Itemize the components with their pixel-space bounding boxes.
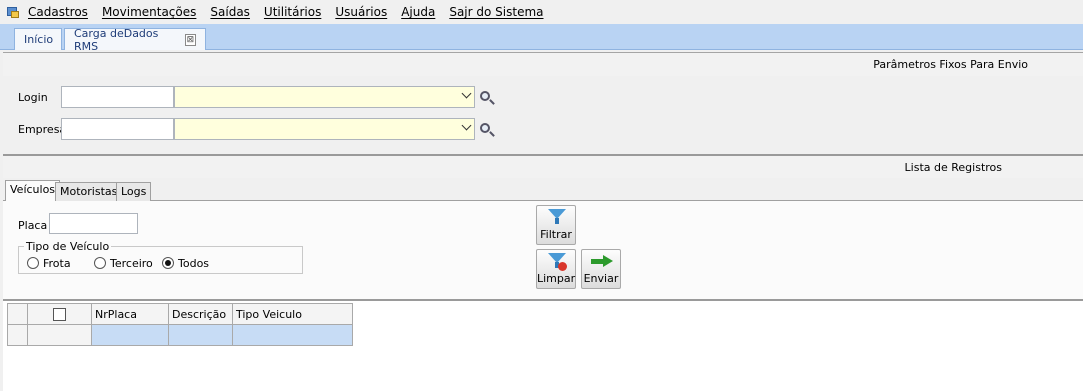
select-all-header: [27, 303, 92, 325]
col-nrplaca[interactable]: NrPlaca: [91, 303, 169, 325]
empresa-code-input[interactable]: [61, 118, 174, 140]
cell-nrplaca[interactable]: [91, 324, 169, 346]
radio-frota-label: Frota: [43, 257, 71, 270]
row-indicator-header: [7, 303, 28, 325]
search-icon[interactable]: [479, 122, 495, 138]
filtrar-button[interactable]: Filtrar: [536, 205, 576, 245]
records-section-header: Lista de Registros: [3, 154, 1083, 178]
menu-movimentacoes[interactable]: Movimentações: [95, 5, 203, 19]
app-icon: [6, 5, 20, 19]
menu-usuarios[interactable]: Usuários: [328, 5, 394, 19]
filter-icon: [548, 209, 566, 224]
tipo-veiculo-legend: Tipo de Veículo: [24, 240, 112, 253]
login-code-input[interactable]: [61, 86, 174, 108]
table-row[interactable]: [7, 324, 353, 346]
records-tabs: Veículos Motoristas Logs: [3, 180, 1083, 202]
limpar-button[interactable]: Limpar: [536, 249, 576, 289]
tab-logs[interactable]: Logs: [116, 182, 152, 201]
close-icon[interactable]: ⊠: [184, 33, 196, 46]
tab-motoristas[interactable]: Motoristas: [55, 182, 123, 201]
placa-input[interactable]: [49, 213, 138, 234]
select-all-checkbox[interactable]: [53, 307, 66, 321]
menu-sair[interactable]: Sajr do Sistema: [442, 5, 550, 19]
tab-carga-dados-rms[interactable]: Carga deDados RMS ⊠: [64, 26, 206, 53]
limpar-label: Limpar: [537, 272, 576, 285]
tab-carga-label: Carga deDados RMS: [74, 26, 159, 53]
params-header-title: Parâmetros Fixos Para Envio: [873, 58, 1028, 71]
tab-inicio-label: Início: [24, 33, 54, 46]
menu-cadastros[interactable]: Cadastros: [26, 5, 95, 19]
document-tab-strip: Início Carga deDados RMS ⊠: [0, 24, 1083, 53]
col-tipo-veiculo[interactable]: Tipo Veiculo: [232, 303, 353, 325]
menu-ajuda[interactable]: Ajuda: [394, 5, 442, 19]
menu-bar: Cadastros Movimentações Saídas Utilitári…: [0, 0, 1083, 24]
records-header-title: Lista de Registros: [904, 161, 1002, 174]
row-select-cell[interactable]: [27, 324, 92, 346]
radio-frota[interactable]: [27, 257, 39, 269]
enviar-button[interactable]: Enviar: [581, 249, 621, 289]
cell-descricao[interactable]: [168, 324, 233, 346]
tab-inicio[interactable]: Início: [14, 28, 62, 50]
grid-header-row: NrPlaca Descrição Tipo Veiculo: [7, 303, 353, 325]
menu-utilitarios[interactable]: Utilitários: [257, 5, 328, 19]
arrow-right-icon: [591, 255, 613, 267]
vehicles-grid: NrPlaca Descrição Tipo Veiculo: [7, 303, 353, 346]
menu-saidas[interactable]: Saídas: [203, 5, 257, 19]
login-combo[interactable]: [174, 86, 475, 108]
radio-todos[interactable]: [162, 257, 174, 269]
tab-veiculos[interactable]: Veículos: [5, 180, 61, 202]
login-label: Login: [18, 91, 48, 104]
search-icon[interactable]: [479, 90, 495, 106]
radio-terceiro-label: Terceiro: [110, 257, 153, 270]
chevron-down-icon[interactable]: [461, 120, 472, 131]
params-section-header: Parâmetros Fixos Para Envio: [3, 52, 1083, 76]
remove-badge-icon: [558, 262, 567, 271]
radio-todos-label: Todos: [178, 257, 210, 270]
filtrar-label: Filtrar: [540, 228, 572, 241]
empresa-label: Empresa: [18, 123, 67, 136]
empresa-combo[interactable]: [174, 118, 475, 140]
radio-terceiro[interactable]: [94, 257, 106, 269]
col-descricao[interactable]: Descrição: [168, 303, 233, 325]
placa-label: Placa: [18, 219, 48, 232]
enviar-label: Enviar: [583, 272, 619, 285]
chevron-down-icon[interactable]: [461, 88, 472, 99]
cell-tipo[interactable]: [232, 324, 353, 346]
row-indicator: [7, 324, 28, 346]
